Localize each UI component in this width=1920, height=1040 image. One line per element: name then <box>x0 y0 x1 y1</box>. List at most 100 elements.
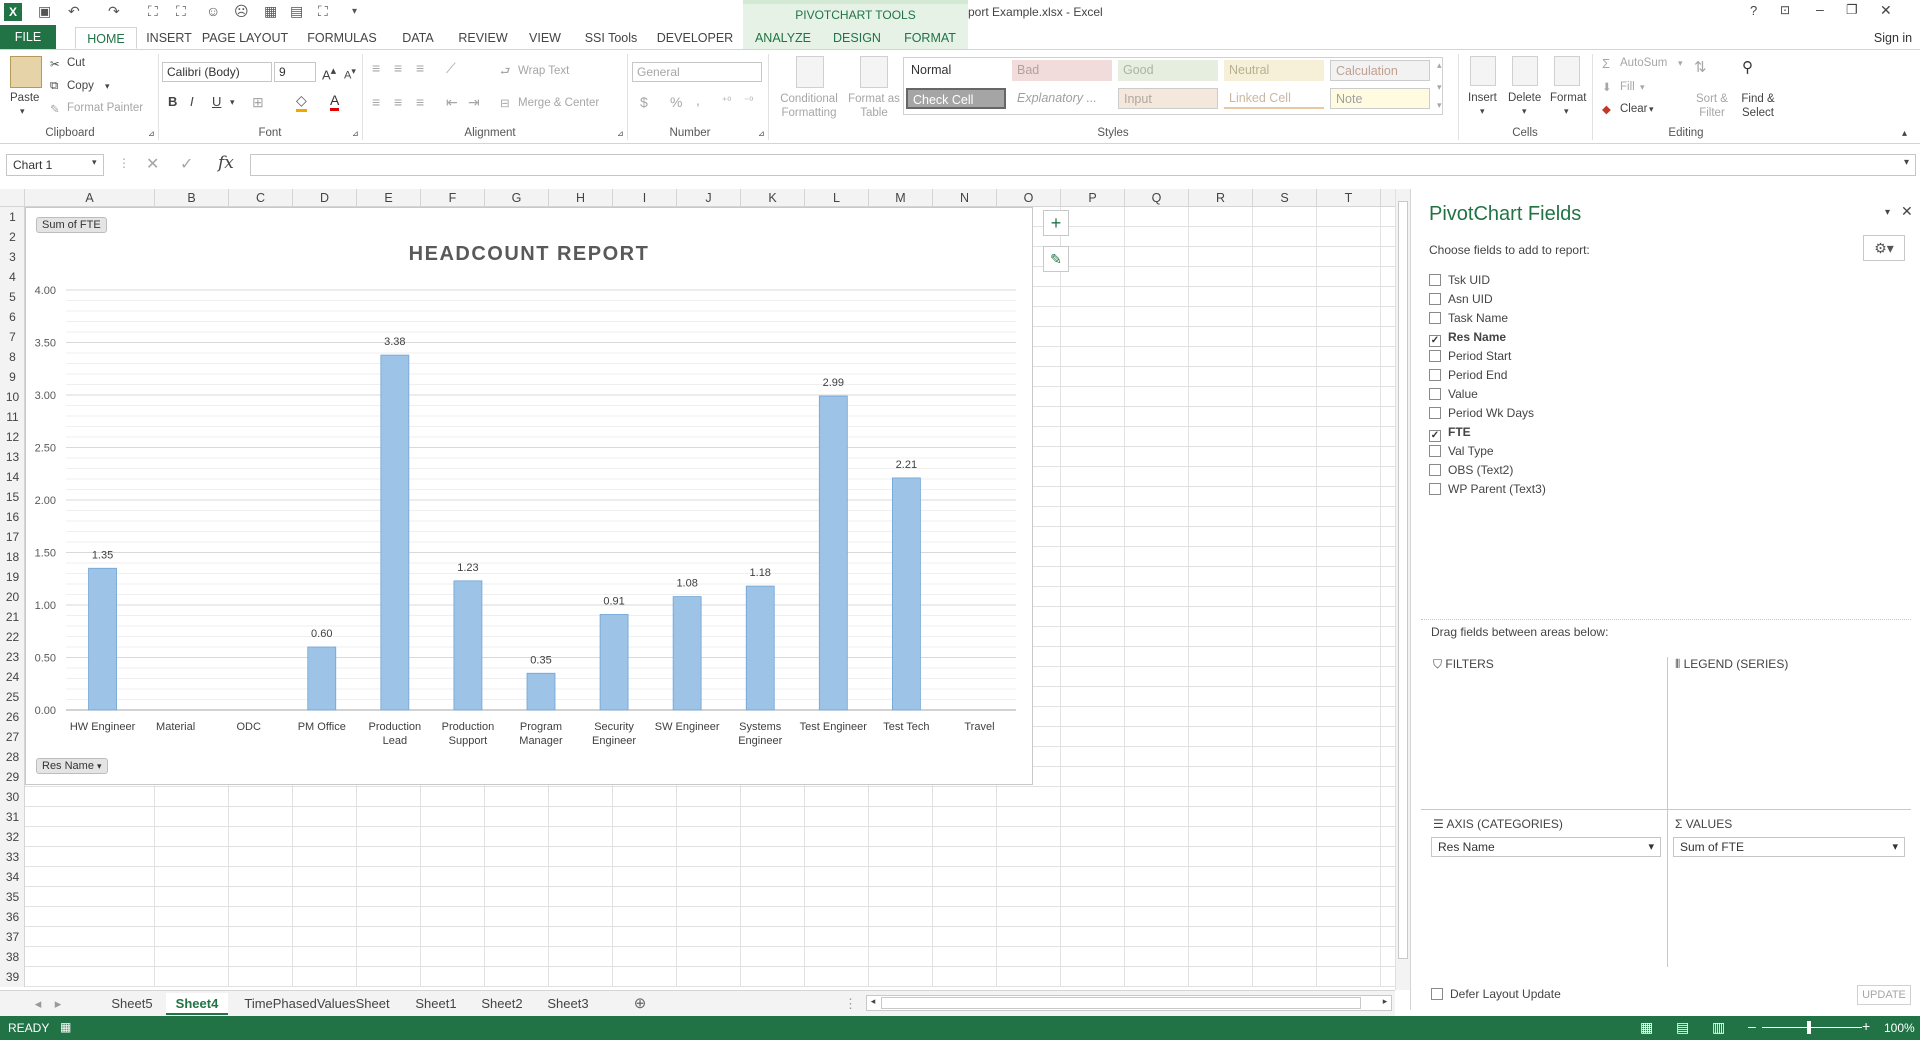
row-header[interactable]: 38 <box>0 947 25 967</box>
find-select-button[interactable]: Find & Select <box>1736 92 1780 120</box>
tab-insert[interactable]: INSERT <box>138 27 200 49</box>
row-header[interactable]: 30 <box>0 787 25 807</box>
values-field-dropdown[interactable]: Sum of FTE <box>1673 837 1905 857</box>
bar[interactable] <box>308 647 336 710</box>
row-header[interactable]: 14 <box>0 467 25 487</box>
name-box-dropdown-icon[interactable]: ▾ <box>92 157 97 168</box>
column-header-k[interactable]: K <box>741 189 805 207</box>
field-item[interactable]: Task Name <box>1429 309 1508 327</box>
column-header-e[interactable]: E <box>357 189 421 207</box>
column-header-m[interactable]: M <box>869 189 933 207</box>
smiley-icon[interactable]: ☺ <box>206 3 220 19</box>
row-header[interactable]: 8 <box>0 347 25 367</box>
tab-data[interactable]: DATA <box>393 27 443 49</box>
tab-analyze[interactable]: ANALYZE <box>748 27 818 49</box>
field-item[interactable]: ✓FTE <box>1429 423 1471 441</box>
formula-input[interactable] <box>250 154 1916 176</box>
page-break-view-icon[interactable]: ▥ <box>1712 1019 1725 1036</box>
tab-home[interactable]: HOME <box>75 27 137 49</box>
row-header[interactable]: 13 <box>0 447 25 467</box>
column-header-r[interactable]: R <box>1189 189 1253 207</box>
style-calculation[interactable]: Calculation <box>1330 60 1430 81</box>
res-name-field-button[interactable]: Res Name ▾ <box>36 758 108 774</box>
underline-dropdown-icon[interactable]: ▾ <box>230 97 235 108</box>
decrease-decimal-icon[interactable]: ⁻⁰ <box>744 96 753 107</box>
align-left-icon[interactable]: ≡ <box>372 94 380 110</box>
insert-cells-button[interactable]: Insert <box>1468 92 1497 104</box>
field-item[interactable]: WP Parent (Text3) <box>1429 480 1546 498</box>
insert-dropdown-icon[interactable]: ▾ <box>1480 106 1485 117</box>
field-item[interactable]: OBS (Text2) <box>1429 461 1513 479</box>
copy-button[interactable]: Copy <box>67 80 94 92</box>
number-format-combo[interactable]: General <box>632 62 762 82</box>
number-launcher-icon[interactable]: ⊿ <box>758 129 765 138</box>
format-cells-icon[interactable] <box>1554 56 1580 86</box>
bar[interactable] <box>892 478 920 710</box>
horizontal-scrollbar[interactable]: ◂ ▸ <box>866 995 1392 1011</box>
bar[interactable] <box>381 355 409 710</box>
pivot-chart[interactable]: Sum of FTE HEADCOUNT REPORT 0.000.501.00… <box>25 207 1033 785</box>
expand-formula-icon[interactable]: ▾ <box>1904 157 1909 168</box>
restore-icon[interactable]: ❐ <box>1846 2 1858 18</box>
bar[interactable] <box>454 581 482 710</box>
tab-view[interactable]: VIEW <box>522 27 568 49</box>
tab-page-layout[interactable]: PAGE LAYOUT <box>200 27 290 49</box>
chart-elements-icon[interactable]: + <box>1043 210 1069 236</box>
style-bad[interactable]: Bad <box>1012 60 1112 81</box>
field-item[interactable]: Period End <box>1429 366 1507 384</box>
style-neutral[interactable]: Neutral <box>1224 60 1324 81</box>
decrease-font-icon[interactable]: A▾ <box>344 66 356 82</box>
checkbox-icon[interactable] <box>1429 464 1441 476</box>
conditional-formatting-icon[interactable] <box>796 56 824 88</box>
field-item[interactable]: ✓Res Name <box>1429 328 1506 346</box>
wrap-text-button[interactable]: Wrap Text <box>518 65 569 77</box>
sheet-tab-sheet3[interactable]: Sheet3 <box>536 993 600 1015</box>
style-check-cell[interactable]: Check Cell <box>906 88 1006 109</box>
sheet-tab-sheet1[interactable]: Sheet1 <box>404 993 468 1015</box>
ribbon-display-icon[interactable]: ⊡ <box>1780 3 1790 17</box>
customize-qat-icon[interactable]: ▾ <box>352 6 357 17</box>
field-item[interactable]: Period Wk Days <box>1429 404 1534 422</box>
delete-cells-button[interactable]: Delete <box>1508 92 1541 104</box>
row-header[interactable]: 31 <box>0 807 25 827</box>
copy-dropdown-icon[interactable]: ▾ <box>105 81 110 92</box>
font-launcher-icon[interactable]: ⊿ <box>352 129 359 138</box>
row-header[interactable]: 26 <box>0 707 25 727</box>
autosum-button[interactable]: AutoSum <box>1620 57 1667 69</box>
row-header[interactable]: 6 <box>0 307 25 327</box>
row-header[interactable]: 25 <box>0 687 25 707</box>
row-header[interactable]: 17 <box>0 527 25 547</box>
fill-button[interactable]: Fill <box>1620 81 1635 93</box>
minimize-icon[interactable]: – <box>1816 1 1824 17</box>
styles-scroll-down-icon[interactable]: ▾ <box>1437 82 1442 93</box>
column-header-t[interactable]: T <box>1317 189 1381 207</box>
redo-icon[interactable]: ↷ <box>108 3 120 20</box>
vertical-scroll-thumb[interactable] <box>1398 201 1408 959</box>
zoom-level[interactable]: 100% <box>1884 1021 1915 1035</box>
tab-split-icon[interactable]: ⋮ <box>844 993 854 1015</box>
zoom-slider-thumb[interactable] <box>1807 1021 1811 1034</box>
row-header[interactable]: 39 <box>0 967 25 987</box>
format-dropdown-icon[interactable]: ▾ <box>1564 106 1569 117</box>
insert-cells-icon[interactable] <box>1470 56 1496 86</box>
tab-design[interactable]: DESIGN <box>826 27 888 49</box>
sheet-tab-sheet4[interactable]: Sheet4 <box>166 993 228 1015</box>
sort-filter-button[interactable]: Sort & Filter <box>1692 92 1732 120</box>
row-header[interactable]: 4 <box>0 267 25 287</box>
tab-developer[interactable]: DEVELOPER <box>654 27 736 49</box>
row-header[interactable]: 19 <box>0 567 25 587</box>
scroll-right-icon[interactable]: ▸ <box>1379 996 1391 1010</box>
tree-icon[interactable]: ⛶ <box>318 3 328 20</box>
row-header[interactable]: 27 <box>0 727 25 747</box>
horizontal-scroll-thumb[interactable] <box>881 997 1361 1009</box>
row-header[interactable]: 34 <box>0 867 25 887</box>
chart-styles-icon[interactable]: ✎ <box>1043 246 1069 272</box>
help-button[interactable]: ? <box>1750 3 1757 18</box>
column-header-b[interactable]: B <box>155 189 229 207</box>
checkbox-icon[interactable] <box>1429 483 1441 495</box>
defer-checkbox-box[interactable] <box>1431 988 1443 1000</box>
undo-icon[interactable]: ↶ <box>68 3 80 20</box>
style-note[interactable]: Note <box>1330 88 1430 109</box>
bar[interactable] <box>527 673 555 710</box>
panel-options-icon[interactable]: ▾ <box>1885 207 1890 218</box>
